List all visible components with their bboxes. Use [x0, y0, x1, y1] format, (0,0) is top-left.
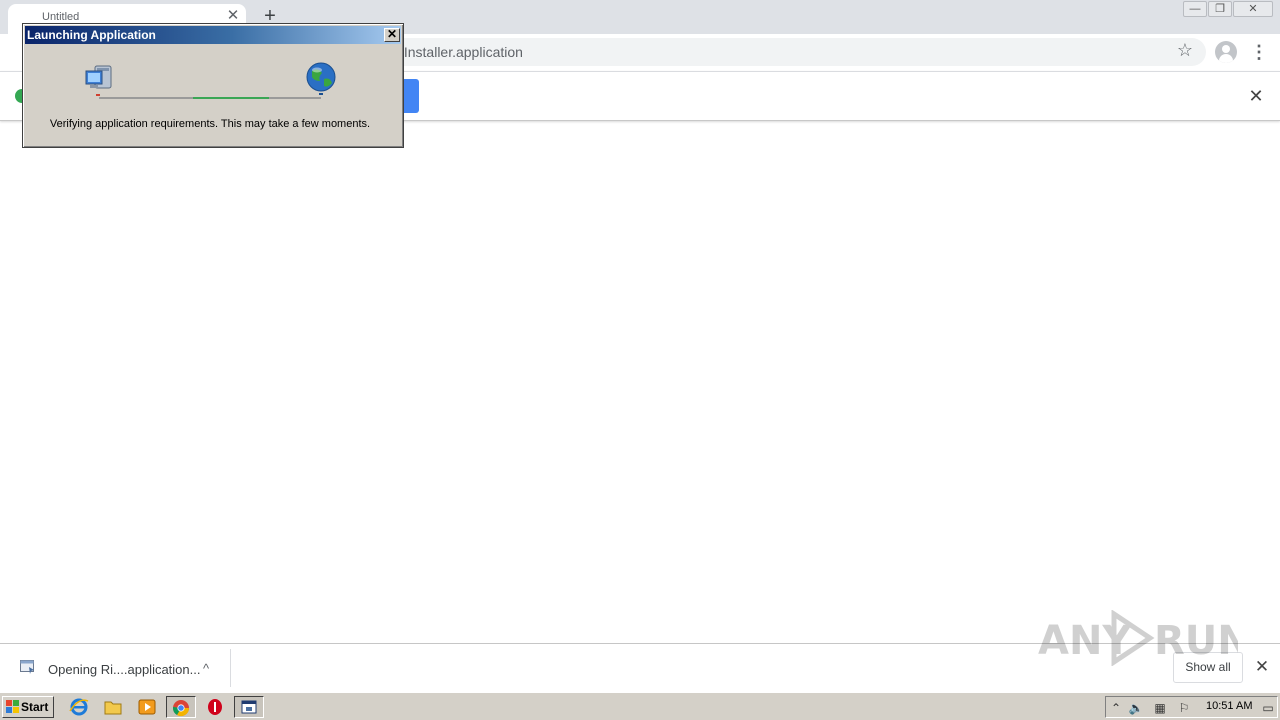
- download-item[interactable]: Opening Ri....application... ^: [8, 650, 228, 688]
- shelf-close-icon[interactable]: ✕: [1252, 657, 1272, 677]
- shelf-divider: [230, 649, 231, 687]
- dialog-close-button[interactable]: ✕: [384, 28, 400, 42]
- launcher-taskbar-button[interactable]: [234, 696, 264, 718]
- window-icon: [241, 700, 257, 714]
- internet-explorer-icon[interactable]: [68, 697, 90, 717]
- taskbar: Start ⌃ 🔈 ▦ ⚐ 10:51 AM ▭: [0, 692, 1280, 720]
- chrome-icon: [172, 700, 190, 717]
- dialog-title: Launching Application: [27, 28, 156, 42]
- clock[interactable]: 10:51 AM: [1206, 700, 1252, 712]
- stop-icon[interactable]: [204, 697, 226, 717]
- profile-avatar-icon[interactable]: [1215, 41, 1237, 63]
- chrome-taskbar-button[interactable]: [166, 696, 196, 718]
- start-label: Start: [21, 700, 49, 714]
- action-center-flag-icon[interactable]: ⚐: [1176, 700, 1192, 716]
- infobar-close-icon[interactable]: ✕: [1246, 86, 1266, 106]
- anyrun-watermark-logo: ANY RUN: [1038, 610, 1238, 666]
- minimize-button[interactable]: —: [1183, 1, 1207, 17]
- folder-icon[interactable]: [102, 697, 124, 717]
- show-hidden-icons-icon[interactable]: ⌃: [1108, 700, 1124, 716]
- show-desktop-icon[interactable]: ▭: [1261, 700, 1275, 716]
- bookmark-star-icon[interactable]: ☆: [1174, 39, 1196, 61]
- download-item-name: Opening Ri....application...: [48, 662, 201, 677]
- windows-flag-icon: [6, 700, 19, 713]
- browser-menu-icon[interactable]: ⋮: [1250, 42, 1268, 62]
- dialog-message: Verifying application requirements. This…: [49, 118, 371, 130]
- volume-icon[interactable]: 🔈: [1128, 700, 1144, 716]
- chevron-up-icon[interactable]: ^: [196, 659, 216, 679]
- launching-application-dialog: Launching Application ✕ Verifying applic…: [22, 23, 404, 148]
- progress-fill: [193, 97, 269, 99]
- computer-icon: [85, 65, 112, 96]
- globe-icon: [306, 62, 336, 95]
- media-player-icon[interactable]: [136, 697, 158, 717]
- application-file-icon: [20, 660, 34, 674]
- close-window-button[interactable]: ✕: [1233, 1, 1273, 17]
- network-icon[interactable]: ▦: [1152, 700, 1168, 716]
- svg-text:RUN: RUN: [1154, 618, 1238, 664]
- system-tray: ⌃ 🔈 ▦ ⚐ 10:51 AM ▭: [1105, 696, 1278, 718]
- url-text: v.Installer.application: [394, 44, 523, 60]
- start-button[interactable]: Start: [2, 696, 54, 718]
- tab-title: Untitled: [42, 11, 80, 23]
- maximize-button[interactable]: ❐: [1208, 1, 1232, 17]
- dialog-titlebar[interactable]: Launching Application ✕: [25, 26, 401, 44]
